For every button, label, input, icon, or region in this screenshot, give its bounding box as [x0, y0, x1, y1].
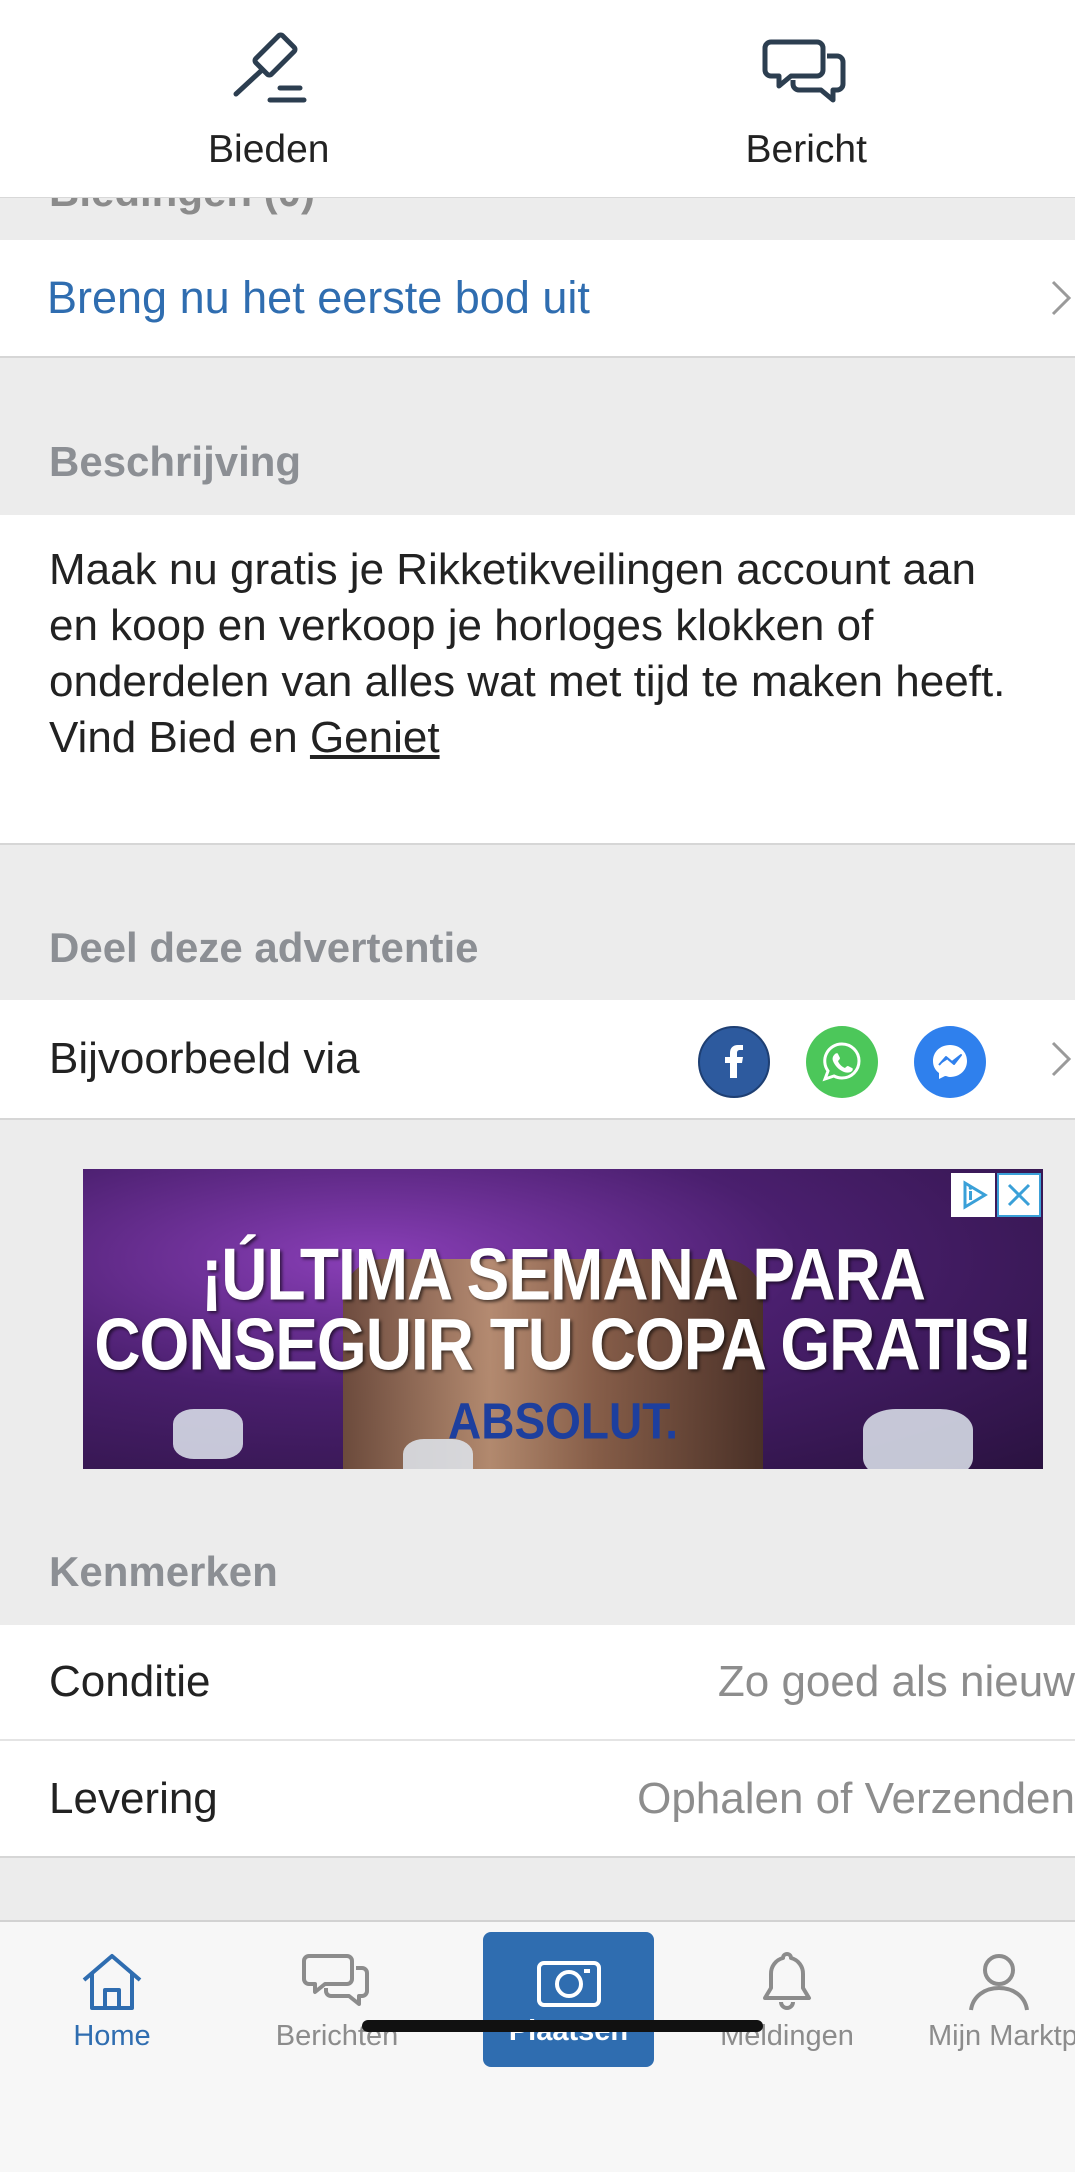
description-text: Maak nu gratis je Rikketikveilingen acco…: [49, 545, 1006, 706]
whatsapp-icon: [822, 1042, 861, 1082]
property-value: Zo goed als nieuw: [717, 1657, 1075, 1706]
chevron-right-icon: [1051, 1041, 1072, 1077]
home-icon: [82, 1954, 142, 2010]
gavel-icon: [233, 32, 307, 103]
message-action-label: Bericht: [745, 128, 867, 171]
property-key: Levering: [49, 1773, 218, 1823]
messenger-share-button[interactable]: [914, 1026, 986, 1098]
bid-action-label: Bieden: [208, 128, 330, 171]
message-action-button[interactable]: Bericht: [538, 0, 1075, 197]
bid-action-button[interactable]: Bieden: [0, 0, 538, 197]
share-title: Deel deze advertentie: [49, 924, 479, 971]
description-body: Maak nu gratis je Rikketikveilingen acco…: [0, 515, 1075, 845]
adchoices-button[interactable]: [951, 1173, 995, 1217]
tab-home[interactable]: Home: [27, 1946, 197, 2053]
property-key: Conditie: [49, 1657, 211, 1706]
description-prefix: Vind Bied en: [49, 713, 310, 762]
user-icon: [969, 1954, 1029, 2011]
ad-headline-line2: CONSEGUIR TU COPA GRATIS!: [94, 1302, 1032, 1386]
close-icon: [1007, 1183, 1031, 1207]
bottom-tab-bar: Home Berichten Plaatsen Meldingen: [0, 1920, 1075, 2172]
facebook-icon: [725, 1045, 743, 1078]
description-link[interactable]: Geniet: [310, 713, 440, 762]
property-row: Conditie Zo goed als nieuw: [0, 1625, 1075, 1741]
ad-banner[interactable]: ¡ÚLTIMA SEMANA PARA CONSEGUIR TU COPA GR…: [83, 1169, 1043, 1469]
tab-meldingen[interactable]: Meldingen: [702, 1946, 872, 2053]
messenger-icon: [933, 1045, 967, 1079]
facebook-share-button[interactable]: [698, 1026, 770, 1098]
tab-mijn-marktplaats[interactable]: Mijn Marktplaats: [928, 1946, 1075, 2053]
chat-bubbles-icon: [762, 39, 846, 103]
tab-berichten[interactable]: Berichten: [252, 1946, 422, 2053]
chat-icon: [302, 1954, 369, 2006]
bell-icon: [763, 1952, 811, 2010]
share-label: Bijvoorbeeld via: [49, 1034, 360, 1083]
chevron-right-icon: [1051, 280, 1072, 316]
camera-icon: [536, 1961, 601, 2007]
top-action-bar: Bieden Bericht: [0, 0, 1075, 198]
property-value: Ophalen of Verzenden: [637, 1773, 1075, 1823]
ad-close-button[interactable]: [997, 1173, 1041, 1217]
properties-title: Kenmerken: [49, 1548, 278, 1595]
tab-plaatsen[interactable]: Plaatsen: [483, 1932, 654, 2067]
tab-mijn-marktplaats-label: Mijn Marktplaats: [928, 2020, 1075, 2052]
share-row[interactable]: Bijvoorbeeld via: [0, 1000, 1075, 1120]
adchoices-icon: [963, 1180, 988, 1210]
first-bid-row[interactable]: Breng nu het eerste bod uit: [0, 240, 1075, 358]
tab-home-label: Home: [73, 2020, 151, 2052]
property-row: Levering Ophalen of Verzenden: [0, 1741, 1075, 1858]
description-title: Beschrijving: [49, 438, 302, 485]
first-bid-link[interactable]: Breng nu het eerste bod uit: [47, 272, 590, 324]
whatsapp-share-button[interactable]: [806, 1026, 878, 1098]
home-indicator: [362, 2020, 763, 2032]
ad-brand-logo: ABSOLUT.: [448, 1392, 678, 1450]
